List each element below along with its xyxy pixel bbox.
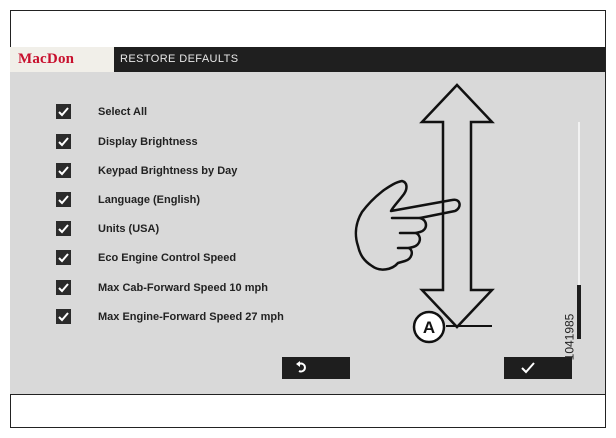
swipe-annotation [354,83,495,329]
double-arrow-icon [419,83,495,329]
figure-number: 1041985 [562,290,604,390]
callout-a: A [412,310,446,344]
callout-letter: A [423,318,435,337]
figure-number-text: 1041985 [562,313,577,361]
callout-leader-line [446,325,492,327]
